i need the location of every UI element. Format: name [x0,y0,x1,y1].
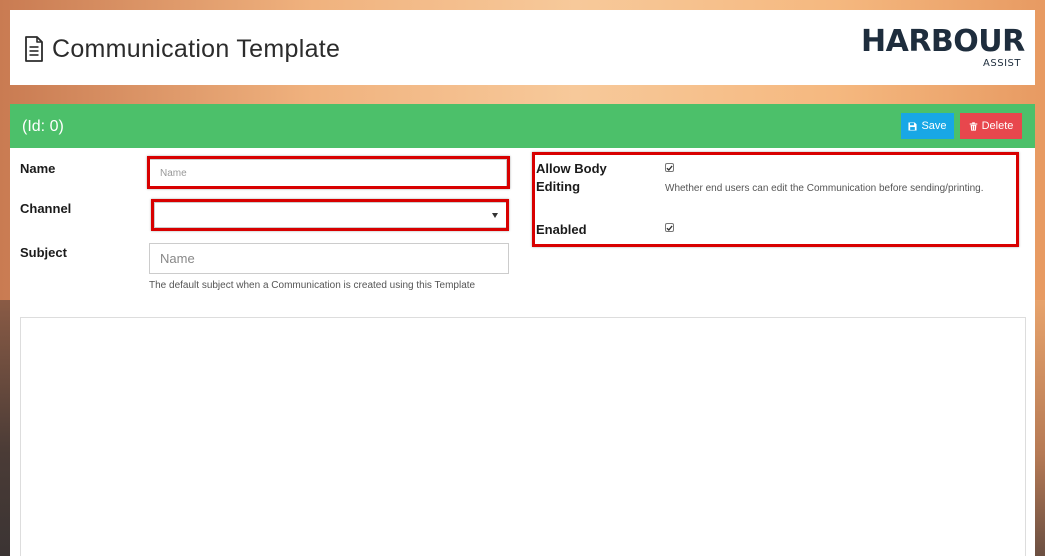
trash-icon [969,121,977,131]
highlight-box-name [147,156,510,189]
page-header: Communication Template HARBOUR ASSIST [10,10,1035,85]
save-button[interactable]: Save [901,113,954,139]
floppy-disk-icon [908,121,918,131]
channel-label: Channel [20,201,72,216]
body-editor[interactable] [20,317,1026,556]
record-id: (Id: 0) [22,118,64,135]
subject-input[interactable]: Name [149,243,509,274]
subject-label: Subject [20,245,67,260]
name-label: Name [20,161,56,176]
page-title-text: Communication Template [52,34,341,63]
document-icon [25,36,43,62]
save-button-label: Save [921,120,947,132]
page-title: Communication Template [24,34,340,64]
subject-input-placeholder: Name [160,251,195,266]
delete-button-label: Delete [981,120,1014,132]
subject-help-text: The default subject when a Communication… [149,280,476,291]
highlight-box-options [532,152,1019,247]
delete-button[interactable]: Delete [960,113,1022,139]
harbour-assist-logo: HARBOUR ASSIST [861,24,1025,70]
template-form-card: (Id: 0) Save Delete Name Name Channel Su… [10,104,1035,556]
form-toolbar: (Id: 0) Save Delete [10,104,1035,148]
highlight-box-channel [151,199,509,231]
logo-sub-text: ASSIST [983,58,1021,69]
logo-main-text: HARBOUR [861,24,1025,59]
